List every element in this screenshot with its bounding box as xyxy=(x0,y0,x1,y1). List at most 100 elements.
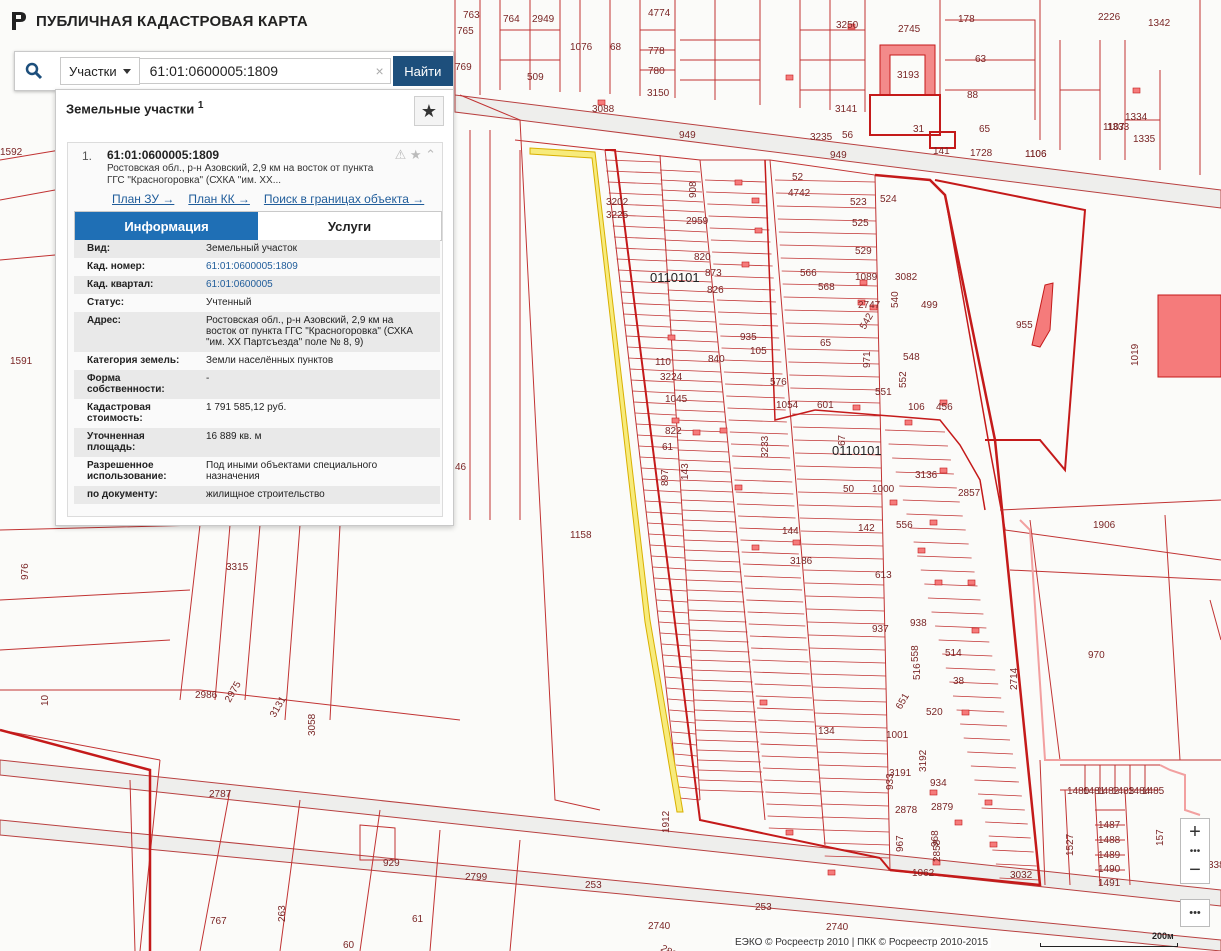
parcel-number-label: 763 xyxy=(463,10,480,21)
parcel-number-label: 3193 xyxy=(897,70,920,81)
parcel-number-label: 10 xyxy=(40,694,51,706)
zoom-control: + ••• − xyxy=(1180,818,1210,884)
rosreestr-logo-icon xyxy=(12,12,26,30)
parcel-number-label: 141 xyxy=(933,146,950,157)
parcel-number-label: 3233 xyxy=(760,435,771,458)
parcel-number-label: 1001 xyxy=(886,730,909,741)
parcel-number-label: 2747 xyxy=(858,300,881,311)
parcel-number-label: 934 xyxy=(930,778,947,789)
parcel-number-label: 601 xyxy=(817,400,834,411)
parcel-number-label: 2745 xyxy=(898,24,921,35)
parcel-number-label: 50 xyxy=(843,484,855,495)
result-cad-number[interactable]: 61:01:0600005:1809 xyxy=(107,148,219,162)
property-key: Кад. квартал: xyxy=(87,279,154,290)
parcel-number-label: 61 xyxy=(662,442,674,453)
property-value[interactable]: 61:01:0600005:1809 xyxy=(192,261,440,272)
parcel-number-label: 3202 xyxy=(606,197,629,208)
parcel-number-label: 1106 xyxy=(1025,149,1047,160)
zoom-in-button[interactable]: + xyxy=(1181,819,1209,845)
parcel-number-label: 1487 xyxy=(1098,820,1121,831)
parcel-number-label: 1592 xyxy=(0,147,23,158)
parcel-number-label: 929 xyxy=(383,858,400,869)
parcel-number-label: 253 xyxy=(755,902,772,913)
search-in-bounds-link[interactable]: Поиск в границах объекта → xyxy=(264,192,424,206)
parcel-number-label: 110 xyxy=(655,357,671,368)
parcel-number-label: 60 xyxy=(343,940,355,951)
quarter-label: 0110101 xyxy=(832,443,882,458)
parcel-number-label: 1342 xyxy=(1148,18,1171,29)
property-row: Форма собственности: - xyxy=(74,370,440,399)
property-row: Адрес: Ростовская обл., р-н Азовский, 2,9… xyxy=(74,312,440,352)
parcel-number-label: 566 xyxy=(800,268,817,279)
parcel-number-label: 46 xyxy=(455,462,467,473)
tab-services[interactable]: Услуги xyxy=(258,212,441,240)
favorites-star-button[interactable]: ★ xyxy=(414,96,444,126)
property-row: Разрешенное использование: Под иными объе… xyxy=(74,457,440,486)
parcel-number-label: 144 xyxy=(782,526,799,537)
result-action-icons[interactable]: ⚠ ★ ⌃ xyxy=(395,147,436,163)
property-value: 16 889 кв. м xyxy=(206,431,262,442)
parcel-number-label: 765 xyxy=(457,26,474,37)
result-count: 1 xyxy=(197,100,204,111)
parcel-number-label: 514 xyxy=(945,648,962,659)
zoom-out-button[interactable]: − xyxy=(1181,857,1209,883)
plan-zu-link[interactable]: План ЗУ → xyxy=(112,192,174,206)
parcel-number-label: 4774 xyxy=(648,8,671,19)
parcel-number-label: 4742 xyxy=(788,188,811,199)
result-address: Ростовская обл., р-н Азовский, 2,9 км на… xyxy=(107,163,374,186)
parcel-number-label: 820 xyxy=(694,252,711,263)
parcel-number-label: 3058 xyxy=(307,713,318,736)
parcel-number-label: 949 xyxy=(830,150,847,161)
parcel-number-label: 263 xyxy=(277,905,288,922)
object-type-label: Участки xyxy=(68,63,117,79)
parcel-number-label: 88 xyxy=(967,90,979,101)
parcel-number-label: 1912 xyxy=(661,810,672,833)
parcel-number-label: 970 xyxy=(1088,650,1105,661)
parcel-number-label: 1490 xyxy=(1098,864,1121,875)
parcel-number-label: 3136 xyxy=(915,470,938,481)
plan-kk-link[interactable]: План КК → xyxy=(188,192,250,206)
property-value[interactable]: 61:01:0600005 xyxy=(192,279,440,290)
parcel-number-label: 971 xyxy=(862,351,873,368)
parcel-number-label: 1076 xyxy=(570,42,593,53)
parcel-number-label: 556 xyxy=(896,520,913,531)
parcel-number-label: 2878 xyxy=(895,805,918,816)
object-type-select[interactable]: Участки xyxy=(59,57,140,85)
search-input[interactable]: 61:01:0600005:1809 × xyxy=(139,58,391,84)
tab-information[interactable]: Информация xyxy=(75,212,258,240)
parcel-number-label: 1591 xyxy=(10,356,33,367)
property-key: Уточненная площадь: xyxy=(87,431,145,453)
parcel-number-label: 524 xyxy=(880,194,897,205)
result-card: 1. 61:01:0600005:1809 Ростовская обл., р… xyxy=(67,142,443,517)
parcel-number-label: 2787 xyxy=(209,789,232,800)
parcel-number-label: 767 xyxy=(210,916,227,927)
property-key: по документу: xyxy=(87,489,158,500)
more-options-button[interactable]: ••• xyxy=(1180,899,1210,927)
clear-icon[interactable]: × xyxy=(375,63,383,79)
parcel-number-label: 840 xyxy=(708,354,725,365)
parcel-number-label: 3082 xyxy=(895,272,918,283)
property-key: Кад. номер: xyxy=(87,261,146,272)
parcel-number-label: 540 xyxy=(890,291,901,308)
parcel-number-label: 499 xyxy=(921,300,938,311)
property-key: Адрес: xyxy=(87,315,121,326)
parcel-number-label: 52 xyxy=(792,172,804,183)
parcel-number-label: 3225 xyxy=(606,210,629,221)
parcel-number-label: 1489 xyxy=(1098,850,1121,861)
parcel-number-label: 548 xyxy=(903,352,920,363)
search-icon[interactable] xyxy=(15,52,54,90)
find-button[interactable]: Найти xyxy=(392,56,453,86)
parcel-number-label: 3032 xyxy=(1010,870,1033,881)
parcel-number-label: 2226 xyxy=(1098,12,1121,23)
parcel-number-label: 3192 xyxy=(918,749,929,772)
parcel-number-label: 764 xyxy=(503,14,520,25)
parcel-number-label: 822 xyxy=(665,426,682,437)
parcel-number-label: 157 xyxy=(1155,829,1166,846)
parcel-number-label: 2986 xyxy=(195,690,218,701)
parcel-number-label: 525 xyxy=(852,218,869,229)
parcel-number-label: 253 xyxy=(585,880,602,891)
parcel-number-label: 873 xyxy=(705,268,722,279)
parcel-number-label: 65 xyxy=(820,338,832,349)
parcel-number-label: 1045 xyxy=(665,394,688,405)
property-key: Категория земель: xyxy=(87,355,180,366)
